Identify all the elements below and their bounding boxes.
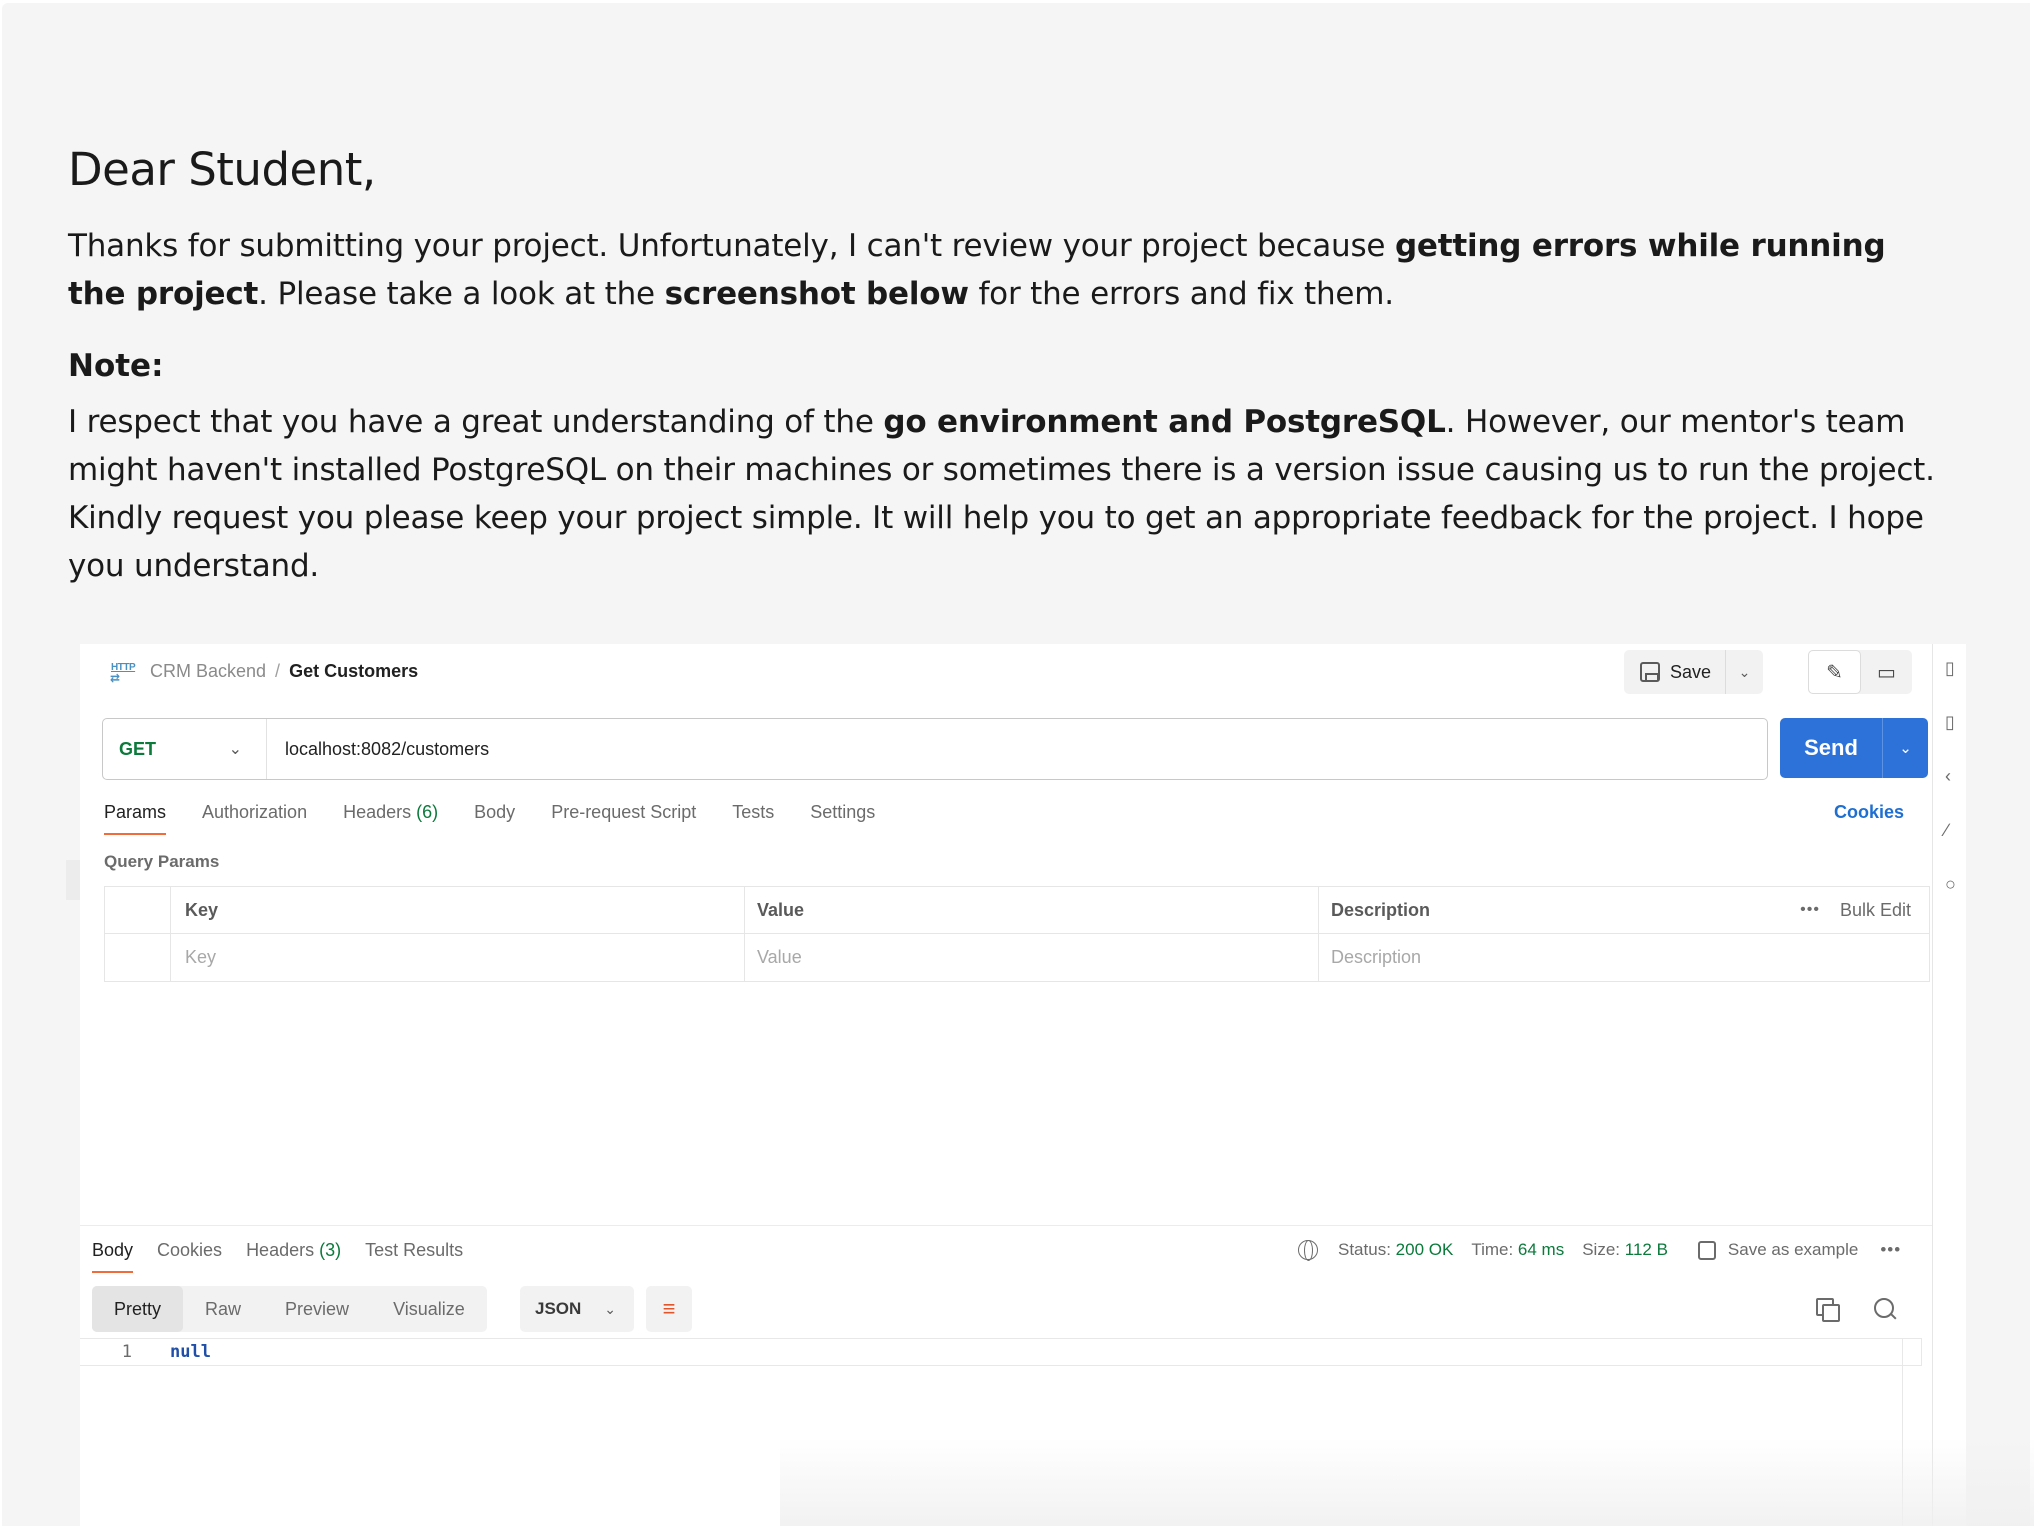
- response-tab-cookies[interactable]: Cookies: [157, 1240, 222, 1273]
- save-icon: [1697, 1240, 1716, 1260]
- value-input[interactable]: Value: [745, 934, 1319, 981]
- view-visualize[interactable]: Visualize: [371, 1286, 487, 1332]
- edit-comment-group: ✎ ▭: [1808, 650, 1912, 694]
- request-tabs: Params Authorization Headers (6) Body Pr…: [104, 802, 911, 835]
- breadcrumb-collection[interactable]: CRM Backend: [150, 661, 266, 682]
- format-select[interactable]: JSON ⌄: [520, 1286, 634, 1332]
- code-icon[interactable]: ∕: [1945, 820, 1948, 841]
- more-options-icon[interactable]: •••: [1880, 1240, 1901, 1260]
- url-bar: GET ⌄ localhost:8082/customers: [102, 718, 1768, 780]
- save-button[interactable]: Save: [1624, 650, 1725, 694]
- time-readout[interactable]: Time: 64 ms: [1471, 1240, 1564, 1260]
- tab-pre-request-script[interactable]: Pre-request Script: [551, 802, 696, 835]
- globe-icon[interactable]: [1298, 1240, 1318, 1261]
- save-button-group: Save ⌄: [1624, 650, 1764, 694]
- description-column-header: Description ••• Bulk Edit: [1331, 899, 1911, 921]
- response-headers-count: (3): [319, 1240, 342, 1260]
- intro-text-3: for the errors and fix them.: [968, 276, 1394, 312]
- intro-paragraph: Thanks for submitting your project. Unfo…: [68, 222, 1948, 318]
- pencil-icon[interactable]: ✎: [1808, 650, 1861, 694]
- key-column-header: Key: [171, 887, 745, 933]
- save-options-chevron-icon[interactable]: ⌄: [1725, 650, 1763, 694]
- method-value: GET: [119, 738, 157, 759]
- tab-headers[interactable]: Headers (6): [343, 802, 438, 835]
- response-body-editor[interactable]: 1 null: [80, 1338, 1932, 1526]
- checkbox-column: [105, 887, 171, 933]
- tab-tests[interactable]: Tests: [732, 802, 774, 835]
- response-tab-test-results[interactable]: Test Results: [365, 1240, 463, 1273]
- line-number: 1: [121, 1342, 132, 1362]
- request-title[interactable]: Get Customers: [289, 661, 418, 682]
- query-params-label: Query Params: [104, 852, 220, 871]
- note-paragraph: I respect that you have a great understa…: [68, 398, 1948, 590]
- save-icon: [1640, 662, 1660, 682]
- response-meta: Status: 200 OK Time: 64 ms Size: 112 B S…: [1298, 1240, 1901, 1261]
- send-button-group: Send ⌄: [1780, 718, 1928, 778]
- value-column-header: Value: [745, 887, 1319, 933]
- tab-settings[interactable]: Settings: [810, 802, 875, 835]
- tab-authorization[interactable]: Authorization: [202, 802, 307, 835]
- description-input[interactable]: Description: [1319, 934, 1929, 981]
- headers-count: (6): [416, 802, 439, 822]
- info-icon[interactable]: ○: [1945, 874, 1956, 895]
- tab-params[interactable]: Params: [104, 802, 167, 835]
- send-options-chevron-icon[interactable]: ⌄: [1882, 718, 1928, 778]
- key-input[interactable]: Key: [171, 934, 745, 981]
- more-icon[interactable]: •••: [1800, 901, 1820, 919]
- note-heading: Note:: [68, 348, 164, 384]
- params-table: Key Value Description ••• Bulk Edit Key V…: [104, 886, 1930, 982]
- size-readout[interactable]: Size: 112 B: [1582, 1240, 1668, 1260]
- http-icon: HTTP ⇄: [110, 662, 136, 685]
- chevron-down-icon: ⌄: [228, 741, 242, 758]
- screenshot-edge: [66, 860, 80, 900]
- view-raw[interactable]: Raw: [183, 1286, 263, 1332]
- copy-icon[interactable]: [1816, 1298, 1840, 1322]
- response-tab-headers[interactable]: Headers (3): [246, 1240, 341, 1273]
- code-line: 1 null: [80, 1338, 1922, 1366]
- pane-divider[interactable]: [80, 1225, 1932, 1226]
- table-row: Key Value Description: [105, 934, 1929, 981]
- status-value: 200 OK: [1395, 1240, 1454, 1259]
- code-text: null: [170, 1342, 211, 1362]
- note-text-1: I respect that you have a great understa…: [68, 404, 884, 440]
- cookies-link[interactable]: Cookies: [1834, 802, 1904, 823]
- breadcrumb-separator: /: [275, 660, 281, 681]
- method-select[interactable]: GET ⌄: [103, 719, 267, 779]
- postman-screenshot: HTTP ⇄ CRM Backend / Get Customers Save ⌄…: [80, 644, 1966, 1526]
- editor-scrollbar[interactable]: [1902, 1338, 1903, 1526]
- response-tabs: Body Cookies Headers (3) Test Results: [92, 1240, 487, 1273]
- chevron-left-icon[interactable]: ‹: [1945, 766, 1951, 787]
- row-checkbox: [105, 934, 171, 981]
- search-icon[interactable]: [1874, 1298, 1898, 1322]
- note-emphasis: go environment and PostgreSQL: [883, 404, 1446, 440]
- documentation-icon[interactable]: ▯: [1945, 658, 1955, 679]
- format-value: JSON: [535, 1299, 582, 1318]
- intro-text-2: . Please take a look at the: [258, 276, 665, 312]
- tab-body[interactable]: Body: [474, 802, 515, 835]
- status-readout: Status: 200 OK: [1338, 1240, 1454, 1259]
- view-pretty[interactable]: Pretty: [92, 1286, 184, 1332]
- comments-icon[interactable]: ▯: [1945, 712, 1955, 733]
- review-letter: Dear Student, Thanks for submitting your…: [68, 143, 1948, 590]
- view-mode-switch: Pretty Raw Preview Visualize: [92, 1286, 487, 1332]
- comment-icon[interactable]: ▭: [1861, 650, 1912, 694]
- size-value: 112 B: [1624, 1240, 1668, 1259]
- intro-text-1: Thanks for submitting your project. Unfo…: [68, 228, 1395, 264]
- chevron-down-icon: ⌄: [604, 1300, 616, 1317]
- view-preview[interactable]: Preview: [263, 1286, 371, 1332]
- wrap-lines-icon[interactable]: ≡: [646, 1286, 692, 1332]
- right-sidebar: ▯ ▯ ‹ ∕ ○: [1932, 644, 1966, 1526]
- url-input[interactable]: localhost:8082/customers: [267, 739, 489, 760]
- response-tab-body[interactable]: Body: [92, 1240, 134, 1273]
- intro-emphasis-screenshot: screenshot below: [664, 276, 969, 312]
- time-value: 64 ms: [1517, 1240, 1565, 1259]
- bulk-edit-button[interactable]: Bulk Edit: [1840, 900, 1911, 921]
- save-as-example-button[interactable]: Save as example: [1697, 1240, 1858, 1260]
- save-label: Save: [1670, 661, 1712, 682]
- send-button[interactable]: Send: [1780, 718, 1882, 778]
- breadcrumb: HTTP ⇄ CRM Backend / Get Customers: [110, 660, 418, 686]
- greeting-heading: Dear Student,: [68, 143, 376, 196]
- params-header-row: Key Value Description ••• Bulk Edit: [105, 887, 1929, 934]
